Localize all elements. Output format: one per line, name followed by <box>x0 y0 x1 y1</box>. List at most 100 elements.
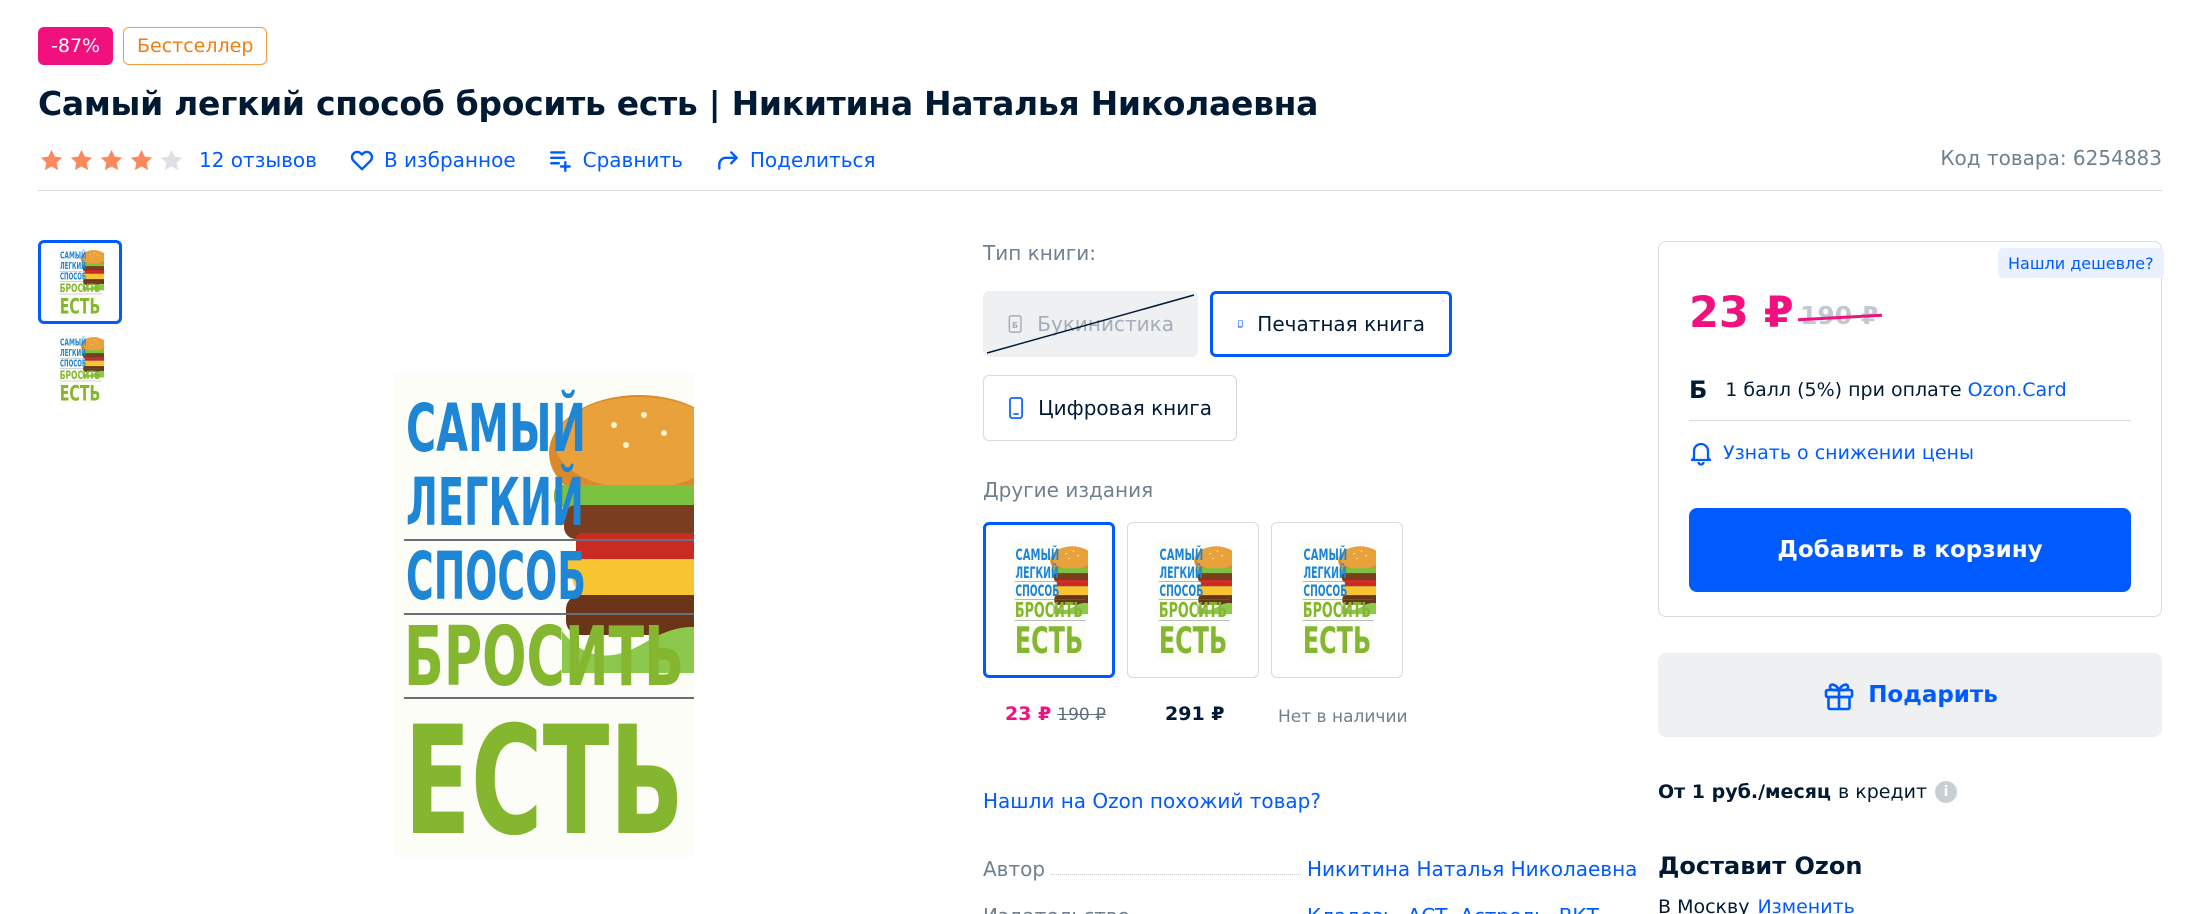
found-cheaper-button[interactable]: Нашли дешевле? <box>1998 248 2164 278</box>
svg-text:САМЫЙ: САМЫЙ <box>60 249 86 261</box>
similar-product-link[interactable]: Нашли на Ozon похожий товар? <box>983 789 1321 813</box>
star-icon <box>130 149 153 170</box>
other-editions-label: Другие издания <box>983 478 1154 502</box>
notify-label: Узнать о снижении цены <box>1723 442 1974 464</box>
favorite-label: В избранное <box>383 148 516 172</box>
book-type-digital-label: Цифровая книга <box>1038 396 1212 420</box>
book-cover-thumbnail: САМЫЙ ЛЕГКИЙ СПОСОБ БРОСИТЬ ЕСТЬ <box>58 334 104 404</box>
gallery-thumbnail-2[interactable]: САМЫЙ ЛЕГКИЙ СПОСОБ БРОСИТЬ ЕСТЬ <box>38 327 122 411</box>
svg-text:ЛЕГКИЙ: ЛЕГКИЙ <box>60 260 86 272</box>
svg-text:ЕСТЬ: ЕСТЬ <box>60 295 100 317</box>
edition-1-current-price: 23 ₽ <box>1005 703 1052 725</box>
svg-text:ЕСТЬ: ЕСТЬ <box>60 382 100 404</box>
gift-button[interactable]: Подарить <box>1658 653 2162 737</box>
compare-label: Сравнить <box>582 148 683 172</box>
svg-text:ЛЕГКИЙ: ЛЕГКИЙ <box>406 463 584 541</box>
svg-text:ЛЕГКИЙ: ЛЕГКИЙ <box>60 347 86 359</box>
book-type-print-label: Печатная книга <box>1257 312 1425 336</box>
svg-text:СПОСОБ: СПОСОБ <box>1015 581 1059 600</box>
edition-3-availability: Нет в наличии <box>1278 707 1408 727</box>
svg-text:ЕСТЬ: ЕСТЬ <box>404 695 684 857</box>
svg-text:СПОСОБ: СПОСОБ <box>1159 581 1203 600</box>
publisher-link[interactable]: Кладезь, АСТ, Астрель, ВКТ <box>1307 904 1599 914</box>
info-icon[interactable]: i <box>1935 781 1958 803</box>
credit-offer: От 1 руб./месяц в кредит i <box>1658 781 1958 803</box>
svg-text:БРОСИТЬ: БРОСИТЬ <box>1303 598 1371 622</box>
book-type-print[interactable]: Печатная книга <box>1210 291 1452 357</box>
edition-3-status: Нет в наличии <box>1278 705 1408 727</box>
spec-key: Издательство <box>983 904 1130 914</box>
compare-button[interactable]: Сравнить <box>548 147 683 173</box>
edition-cover: САМЫЙ ЛЕГКИЙ СПОСОБ БРОСИТЬ ЕСТЬ <box>1300 541 1376 659</box>
unavailable-strike <box>986 294 1195 354</box>
book-cover-thumbnail: САМЫЙ ЛЕГКИЙ СПОСОБ БРОСИТЬ ЕСТЬ <box>58 247 104 317</box>
rating-stars[interactable] <box>38 147 185 174</box>
svg-text:ЕСТЬ: ЕСТЬ <box>1159 619 1227 659</box>
svg-text:БРОСИТЬ: БРОСИТЬ <box>60 281 100 295</box>
star-icon <box>70 149 93 170</box>
favorite-button[interactable]: В избранное <box>349 147 516 173</box>
svg-text:САМЫЙ: САМЫЙ <box>406 389 586 467</box>
svg-text:САМЫЙ: САМЫЙ <box>1015 545 1059 564</box>
credit-text: в кредит <box>1838 781 1928 803</box>
edition-cover: САМЫЙ ЛЕГКИЙ СПОСОБ БРОСИТЬ ЕСТЬ <box>1012 541 1088 659</box>
product-sku: Код товара: 6254883 <box>1940 146 2162 170</box>
book-icon <box>1237 320 1243 328</box>
product-actions-row: 12 отзывов В избранное Сравнить Поделить… <box>38 142 908 178</box>
svg-text:БРОСИТЬ: БРОСИТЬ <box>60 368 100 382</box>
book-type-label: Тип книги: <box>983 241 1097 265</box>
star-icon <box>40 149 63 170</box>
svg-text:СПОСОБ: СПОСОБ <box>1303 581 1347 600</box>
book-type-used: Б Букинистика <box>983 291 1198 357</box>
spec-dots <box>1051 874 1301 875</box>
delivery-city: В Москву <box>1658 896 1750 914</box>
bestseller-badge: Бестселлер <box>123 27 268 65</box>
svg-text:ЕСТЬ: ЕСТЬ <box>1303 619 1371 659</box>
share-button[interactable]: Поделиться <box>715 147 876 173</box>
svg-text:СПОСОБ: СПОСОБ <box>406 538 586 615</box>
tablet-icon <box>1009 397 1023 419</box>
edition-1-old-price: 190 ₽ <box>1057 705 1106 725</box>
delivery-location: В Москву Изменить <box>1658 896 1855 914</box>
card-points: Б 1 балл (5%) при оплате Ozon.Card <box>1689 376 2067 404</box>
svg-text:БРОСИТЬ: БРОСИТЬ <box>1015 598 1083 622</box>
spec-key: Автор <box>983 857 1046 881</box>
compare-list-icon <box>549 151 571 173</box>
heart-icon <box>350 150 374 171</box>
product-title: Самый легкий способ бросить есть | Никит… <box>38 84 1319 123</box>
svg-text:ЛЕГКИЙ: ЛЕГКИЙ <box>1159 563 1202 582</box>
reviews-link[interactable]: 12 отзывов <box>199 148 317 172</box>
star-icon <box>160 149 183 170</box>
edition-2-current-price: 291 ₽ <box>1165 703 1225 725</box>
svg-text:САМЫЙ: САМЫЙ <box>60 336 86 348</box>
main-product-image[interactable]: САМЫЙ ЛЕГКИЙ СПОСОБ БРОСИТЬ ЕСТЬ <box>394 373 694 857</box>
edition-card-1[interactable]: САМЫЙ ЛЕГКИЙ СПОСОБ БРОСИТЬ ЕСТЬ <box>983 522 1115 678</box>
delivery-title: Доставит Ozon <box>1658 852 1863 880</box>
gallery-thumbnail-1[interactable]: САМЫЙ ЛЕГКИЙ СПОСОБ БРОСИТЬ ЕСТЬ <box>38 240 122 324</box>
share-arrow-icon <box>718 151 738 170</box>
credit-amount: От 1 руб./месяц <box>1658 781 1831 803</box>
add-to-cart-button[interactable]: Добавить в корзину <box>1689 508 2131 592</box>
svg-text:ЕСТЬ: ЕСТЬ <box>1015 619 1083 659</box>
svg-text:ЛЕГКИЙ: ЛЕГКИЙ <box>1015 563 1058 582</box>
edition-card-2[interactable]: САМЫЙ ЛЕГКИЙ СПОСОБ БРОСИТЬ ЕСТЬ <box>1127 522 1259 678</box>
edition-1-price: 23 ₽190 ₽ <box>1005 703 1106 725</box>
svg-text:БРОСИТЬ: БРОСИТЬ <box>404 610 684 705</box>
old-price: 190 ₽ <box>1797 301 1883 330</box>
ozon-card-link[interactable]: Ozon.Card <box>1968 379 2067 401</box>
change-city-link[interactable]: Изменить <box>1757 896 1854 914</box>
price-drop-notify-link[interactable]: Узнать о снижении цены <box>1689 440 1974 466</box>
book-type-digital[interactable]: Цифровая книга <box>983 375 1237 441</box>
points-text: 1 балл (5%) при оплате <box>1725 379 1962 401</box>
bell-icon <box>1690 442 1712 466</box>
header-divider <box>38 190 2162 191</box>
spec-row-author: Автор Никитина Наталья Николаевна <box>983 851 1637 881</box>
edition-card-3[interactable]: САМЫЙ ЛЕГКИЙ СПОСОБ БРОСИТЬ ЕСТЬ <box>1271 522 1403 678</box>
current-price: 23 ₽ <box>1689 288 1794 338</box>
price-card-divider <box>1689 420 2131 421</box>
author-link[interactable]: Никитина Наталья Николаевна <box>1307 857 1637 881</box>
svg-text:БРОСИТЬ: БРОСИТЬ <box>1159 598 1227 622</box>
share-label: Поделиться <box>749 148 876 172</box>
svg-text:САМЫЙ: САМЫЙ <box>1159 545 1203 564</box>
gift-icon <box>1824 683 1854 711</box>
